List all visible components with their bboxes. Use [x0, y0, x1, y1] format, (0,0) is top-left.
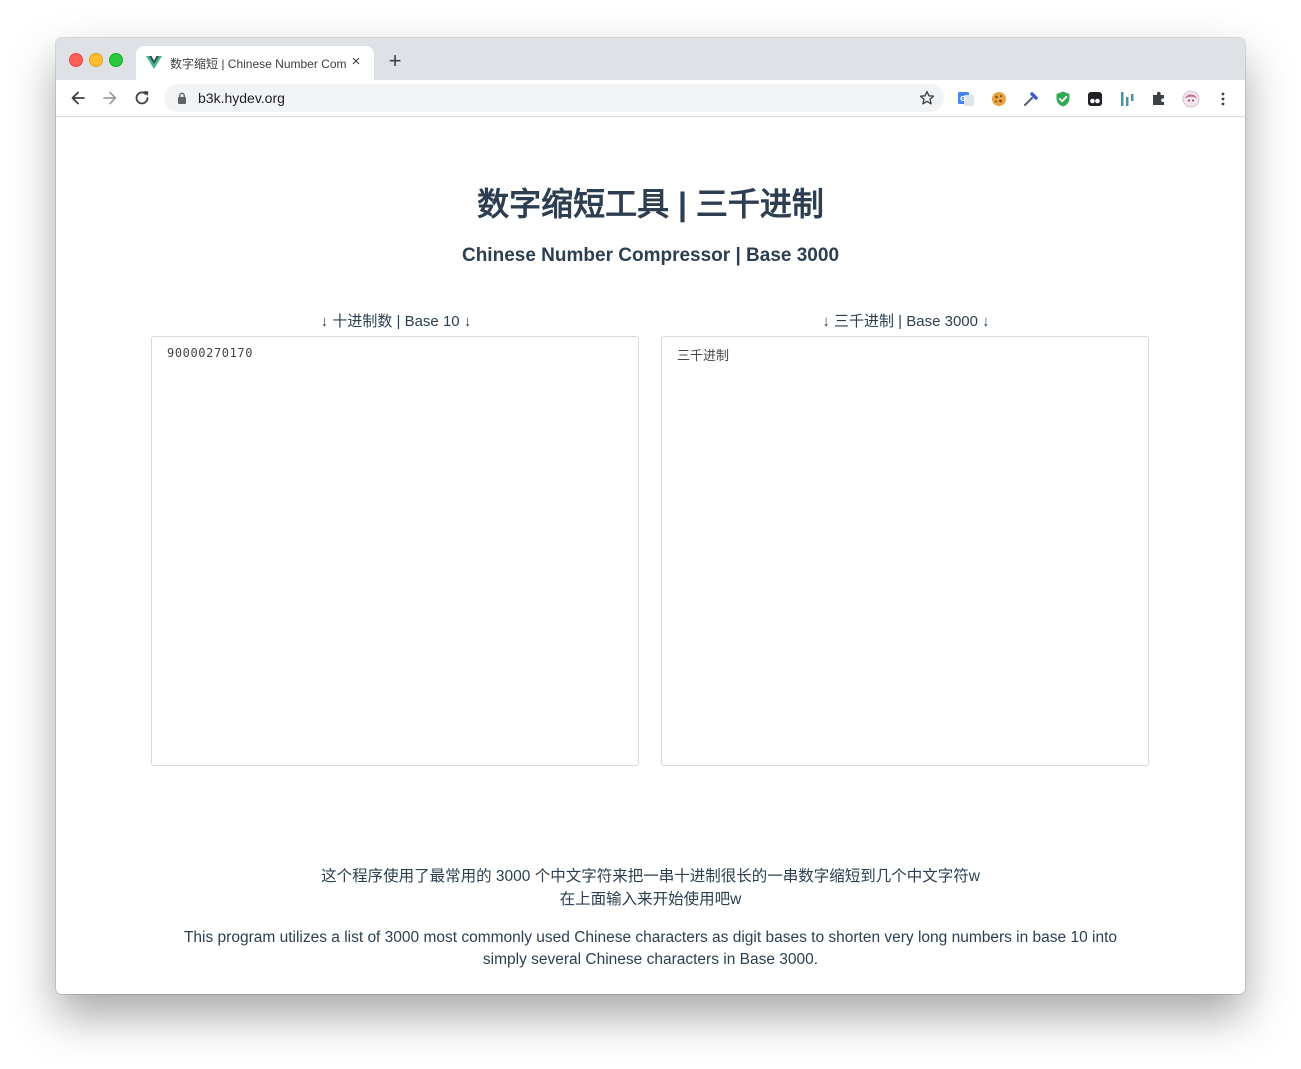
description-en-line2: simply several Chinese characters in Bas…	[482, 951, 819, 968]
base10-input[interactable]: 90000270170	[151, 336, 639, 766]
description-cn-line1: 这个程序使用了最常用的 3000 个中文字符来把一串十进制很长的一串数字缩短到几…	[321, 868, 980, 885]
address-bar[interactable]: b3k.hydev.org	[164, 84, 944, 112]
eyedropper-icon[interactable]	[1022, 90, 1040, 108]
bookmark-star-icon[interactable]	[919, 90, 935, 106]
browser-toolbar: b3k.hydev.org G	[56, 80, 1245, 117]
base3000-input[interactable]: 三千进制	[661, 336, 1149, 766]
tampermonkey-icon[interactable]	[1086, 90, 1104, 108]
profile-avatar-icon[interactable]	[1182, 90, 1200, 108]
tab-title: 数字缩短 | Chinese Number Compressor	[170, 57, 346, 71]
page-title: 数字缩短工具 | 三千进制	[477, 186, 824, 222]
lock-icon[interactable]	[176, 92, 188, 104]
page-content: 数字缩短工具 | 三千进制 Chinese Number Compressor …	[56, 117, 1245, 994]
more-vert-icon[interactable]	[1214, 90, 1232, 108]
close-window-button[interactable]	[69, 53, 83, 67]
url-text[interactable]: b3k.hydev.org	[198, 90, 285, 106]
svg-text:G: G	[960, 95, 966, 103]
shield-check-icon[interactable]	[1054, 90, 1072, 108]
tab-active[interactable]: 数字缩短 | Chinese Number Compressor ×	[136, 46, 374, 80]
cookie-icon[interactable]	[990, 90, 1008, 108]
tab-close-icon[interactable]: ×	[348, 54, 364, 70]
base10-label: ↓ 十进制数 | Base 10 ↓	[320, 313, 472, 330]
new-tab-button[interactable]: +	[384, 50, 406, 73]
zoom-window-button[interactable]	[109, 53, 123, 67]
back-arrow-icon[interactable]	[68, 88, 88, 108]
reload-icon[interactable]	[132, 88, 152, 108]
vue-logo-icon	[146, 56, 162, 69]
description-en-line1: This program utilizes a list of 3000 mos…	[183, 929, 1118, 946]
bar-chart-icon[interactable]	[1118, 90, 1136, 108]
puzzle-icon[interactable]	[1150, 90, 1168, 108]
forward-arrow-icon[interactable]	[100, 88, 120, 108]
google-translate-icon[interactable]: G	[957, 90, 975, 108]
tab-strip: 数字缩短 | Chinese Number Compressor × +	[56, 38, 1245, 80]
base3000-label: ↓ 三千进制 | Base 3000 ↓	[822, 313, 990, 330]
page-subtitle: Chinese Number Compressor | Base 3000	[461, 245, 840, 266]
browser-window: 数字缩短 | Chinese Number Compressor × + b3k…	[56, 38, 1245, 994]
minimize-window-button[interactable]	[89, 53, 103, 67]
description-cn-line2: 在上面输入来开始使用吧w	[559, 891, 742, 908]
